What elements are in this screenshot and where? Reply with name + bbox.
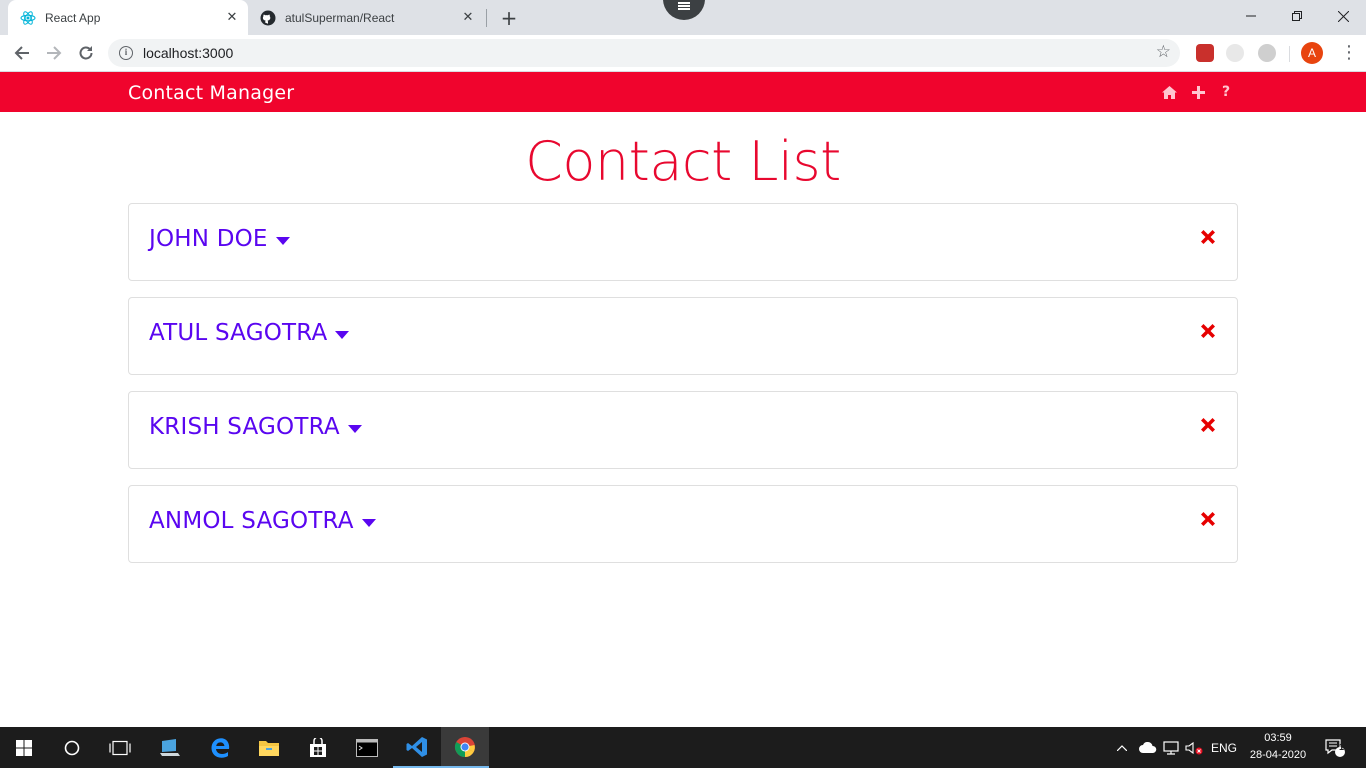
contact-list: JOHN DOE ATUL SAGOTRA KRISH SAGOTRA ANMO… — [128, 203, 1238, 579]
clock-time: 03:59 — [1264, 732, 1292, 744]
github-icon — [260, 10, 276, 26]
brand-title[interactable]: Contact Manager — [128, 82, 294, 104]
contact-card: ANMOL SAGOTRA — [128, 485, 1238, 563]
clock-date: 28-04-2020 — [1249, 749, 1307, 761]
terminal-icon[interactable] — [343, 727, 391, 768]
close-tab-icon[interactable]: ✕ — [460, 10, 476, 26]
language-indicator[interactable]: ENG — [1208, 727, 1240, 768]
file-explorer-icon[interactable] — [245, 727, 293, 768]
browser-toolbar: i localhost:3000 ☆ A ⋮ — [0, 35, 1366, 72]
extension-icon-red[interactable] — [1196, 44, 1214, 62]
bookmark-star-icon[interactable]: ☆ — [1156, 42, 1171, 62]
tab-title: atulSuperman/React — [285, 10, 395, 25]
tab-react-app[interactable]: React App ✕ — [8, 0, 248, 35]
contact-name-toggle[interactable]: KRISH SAGOTRA — [149, 414, 362, 440]
system-clock[interactable]: 03:59 28-04-2020 — [1240, 730, 1316, 764]
reload-button[interactable] — [73, 40, 99, 66]
notification-count: 1 — [1339, 742, 1345, 752]
onedrive-cloud-icon[interactable] — [1137, 727, 1159, 768]
windows-taskbar: ENG 03:59 28-04-2020 1 — [0, 727, 1366, 768]
back-button[interactable] — [9, 40, 35, 66]
vscode-icon[interactable] — [393, 727, 441, 768]
contact-name: ANMOL SAGOTRA — [149, 508, 354, 534]
edge-browser-icon[interactable] — [196, 727, 244, 768]
forward-button[interactable] — [41, 40, 67, 66]
contact-name-toggle[interactable]: ANMOL SAGOTRA — [149, 508, 376, 534]
contact-card: JOHN DOE — [128, 203, 1238, 281]
contact-card: KRISH SAGOTRA — [128, 391, 1238, 469]
tab-title: React App — [45, 10, 101, 25]
new-tab-button[interactable]: + — [498, 7, 520, 29]
search-circle-icon[interactable] — [48, 727, 96, 768]
globe-icon[interactable] — [1258, 44, 1276, 62]
minimize-button[interactable] — [1228, 0, 1274, 32]
network-icon[interactable] — [1161, 727, 1181, 768]
screen: React App ✕ atulSuperman/React ✕ + i loc… — [0, 0, 1366, 768]
close-window-button[interactable] — [1320, 0, 1366, 32]
close-tab-icon[interactable]: ✕ — [224, 10, 240, 26]
extension-icon-face[interactable] — [1226, 44, 1244, 62]
info-icon[interactable]: i — [119, 46, 133, 60]
speaker-muted-icon[interactable] — [1184, 727, 1204, 768]
caret-down-icon[interactable] — [361, 518, 376, 527]
caret-down-icon[interactable] — [347, 424, 362, 433]
question-icon[interactable]: ? — [1217, 83, 1235, 101]
address-bar[interactable]: i localhost:3000 ☆ — [108, 39, 1180, 67]
store-icon[interactable] — [294, 727, 342, 768]
laptop-app-icon[interactable] — [146, 727, 194, 768]
react-icon — [20, 10, 36, 26]
contact-name: KRISH SAGOTRA — [149, 414, 340, 440]
url-text: localhost:3000 — [143, 45, 234, 61]
chrome-menu-icon[interactable]: ⋮ — [1340, 42, 1358, 64]
menu-lines-icon — [678, 5, 690, 7]
delete-icon[interactable] — [1199, 228, 1217, 246]
delete-icon[interactable] — [1199, 322, 1217, 340]
browser-tab-strip: React App ✕ atulSuperman/React ✕ + — [0, 0, 1366, 35]
chevron-up-icon[interactable] — [1114, 727, 1130, 768]
tab-github[interactable]: atulSuperman/React ✕ — [248, 0, 484, 35]
page-title: Contact List — [525, 130, 841, 193]
chrome-icon[interactable] — [441, 727, 489, 768]
contact-name-toggle[interactable]: ATUL SAGOTRA — [149, 320, 350, 346]
delete-icon[interactable] — [1199, 416, 1217, 434]
contact-card: ATUL SAGOTRA — [128, 297, 1238, 375]
tab-search-button[interactable] — [663, 0, 705, 20]
contact-name: JOHN DOE — [149, 226, 268, 252]
home-icon[interactable] — [1160, 83, 1178, 101]
notification-center-icon[interactable]: 1 — [1320, 727, 1350, 768]
profile-avatar[interactable]: A — [1301, 42, 1323, 64]
delete-icon[interactable] — [1199, 510, 1217, 528]
plus-icon[interactable] — [1189, 83, 1207, 101]
caret-down-icon[interactable] — [275, 236, 290, 245]
restore-button[interactable] — [1274, 0, 1320, 32]
contact-name-toggle[interactable]: JOHN DOE — [149, 226, 290, 252]
caret-down-icon[interactable] — [335, 330, 350, 339]
tab-separator — [486, 9, 487, 27]
app-navbar: Contact Manager ? — [0, 72, 1366, 112]
task-view-icon[interactable] — [96, 727, 144, 768]
windows-start-icon[interactable] — [0, 727, 48, 768]
contact-name: ATUL SAGOTRA — [149, 320, 328, 346]
toolbar-separator — [1289, 46, 1290, 62]
